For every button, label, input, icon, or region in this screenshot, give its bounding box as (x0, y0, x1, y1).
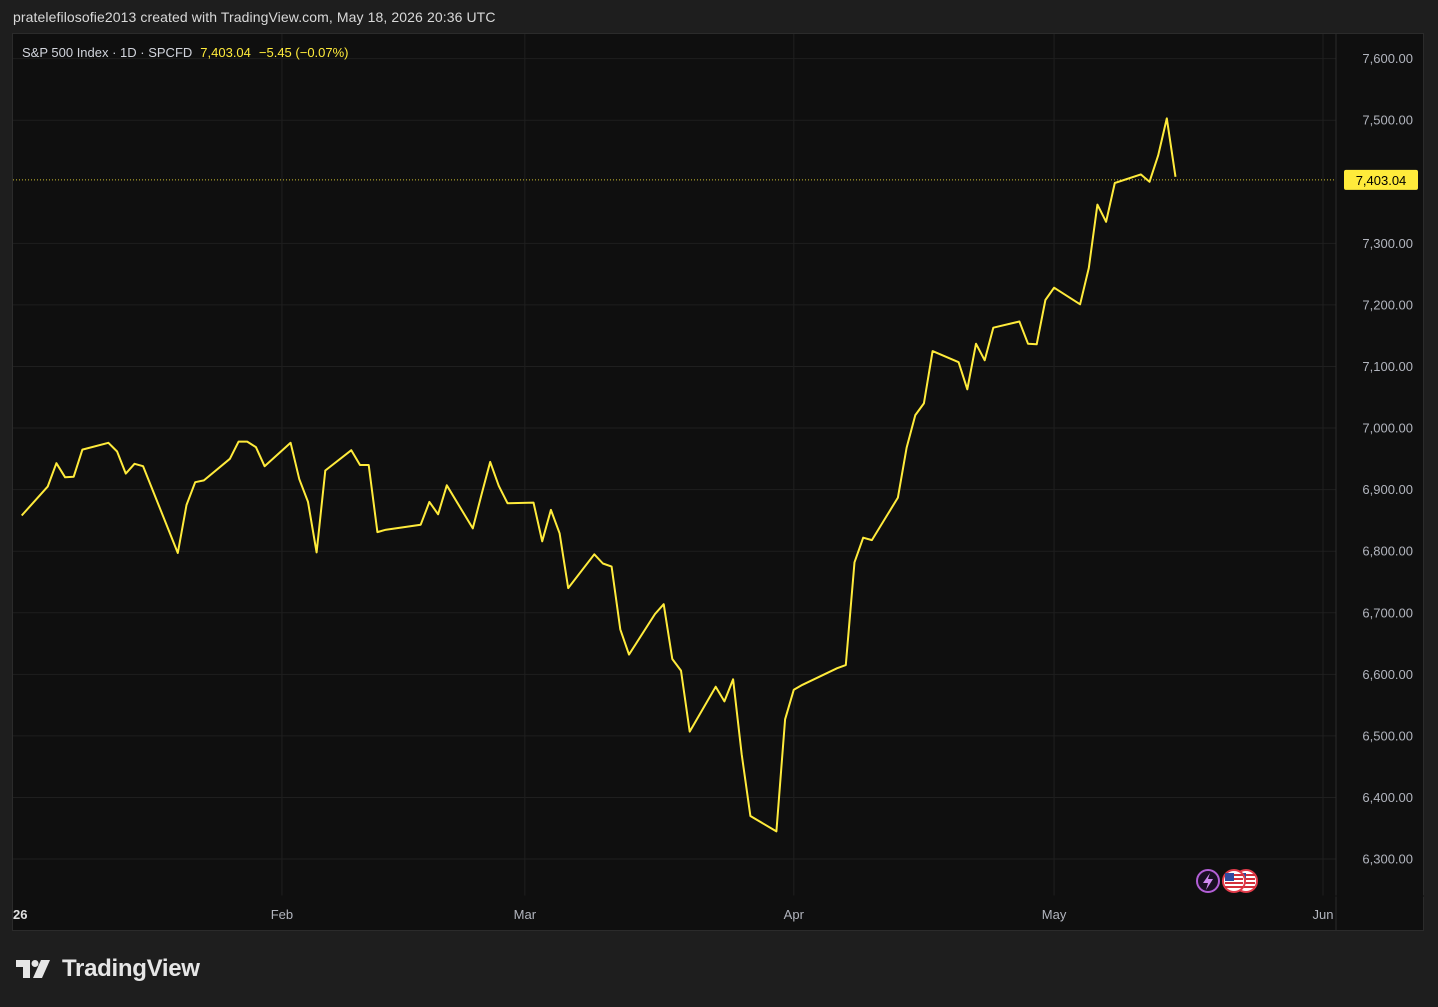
last-price-badge-text: 7,403.04 (1356, 173, 1407, 188)
footer-brand: TradingView (62, 955, 200, 982)
tradingview-logo-icon (16, 960, 50, 978)
y-tick-label: 7,500.00 (1362, 113, 1413, 128)
lightning-event-icon[interactable] (1196, 869, 1220, 893)
x-tick-label: 26 (13, 907, 27, 922)
x-tick-label: May (1042, 907, 1067, 922)
legend-last-price: 7,403.04 (200, 45, 251, 60)
us-flag-event-icon[interactable] (1222, 869, 1246, 893)
y-tick-label: 6,300.00 (1362, 852, 1413, 867)
grid-layer (13, 34, 1336, 896)
y-tick-label: 7,300.00 (1362, 236, 1413, 251)
x-tick-label: Apr (784, 907, 805, 922)
y-tick-label: 7,100.00 (1362, 359, 1413, 374)
y-tick-label: 6,700.00 (1362, 605, 1413, 620)
axis-layer: 6,300.00 6,400.00 6,500.00 6,600.00 6,700.00… (13, 34, 1424, 930)
y-tick-label: 7,200.00 (1362, 297, 1413, 312)
legend-change: −5.45 (−0.07%) (258, 45, 349, 60)
x-tick-label: Mar (514, 907, 537, 922)
x-tick-label: Jun (1313, 907, 1334, 922)
y-tick-label: 7,000.00 (1362, 421, 1413, 436)
legend-symbol: S&P 500 Index · 1D · SPCFD (22, 45, 193, 60)
overlay-layer: 7,403.04 (13, 169, 1418, 893)
series-layer (20, 117, 1177, 833)
y-tick-label: 7,600.00 (1362, 51, 1413, 66)
y-tick-label: 6,400.00 (1362, 790, 1413, 805)
series-line[interactable] (20, 117, 1177, 833)
x-tick-label: Feb (271, 907, 293, 922)
y-tick-label: 6,900.00 (1362, 482, 1413, 497)
price-chart[interactable]: 6,300.00 6,400.00 6,500.00 6,600.00 6,700.00… (0, 0, 1438, 1007)
footer-logo[interactable]: TradingView (16, 955, 200, 983)
chart-legend[interactable]: S&P 500 Index · 1D · SPCFD 7,403.04 −5.45 … (22, 45, 349, 60)
y-tick-label: 6,500.00 (1362, 728, 1413, 743)
y-tick-label: 6,800.00 (1362, 544, 1413, 559)
y-tick-label: 6,600.00 (1362, 667, 1413, 682)
